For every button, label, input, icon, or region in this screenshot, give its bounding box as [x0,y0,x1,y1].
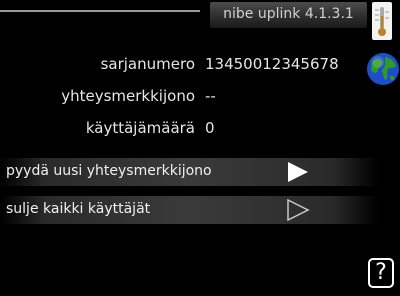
title-bar: nibe uplink 4.1.3.1 [210,2,367,28]
serial-number-value: 13450012345678 [205,55,339,73]
page-title: nibe uplink 4.1.3.1 [223,6,354,22]
connection-string-label: yhteysmerkkijono [61,87,195,105]
close-all-users-button[interactable]: sulje kaikki käyttäjät [0,196,378,224]
arrow-right-outline-icon [287,199,310,221]
header-divider [0,10,200,12]
user-count-label: käyttäjämäärä [85,119,195,137]
request-new-connection-string-label: pyydä uusi yhteysmerkkijono [6,163,212,179]
connection-string-value: -- [205,87,216,105]
request-new-connection-string-button[interactable]: pyydä uusi yhteysmerkkijono [0,158,378,186]
globe-icon [367,53,399,85]
close-all-users-label: sulje kaikki käyttäjät [6,201,151,217]
user-count-value: 0 [205,119,215,137]
serial-number-label: sarjanumero [100,55,195,73]
arrow-right-filled-icon [288,162,308,182]
help-button[interactable]: ? [368,258,394,288]
thermometer-icon[interactable] [372,2,392,40]
